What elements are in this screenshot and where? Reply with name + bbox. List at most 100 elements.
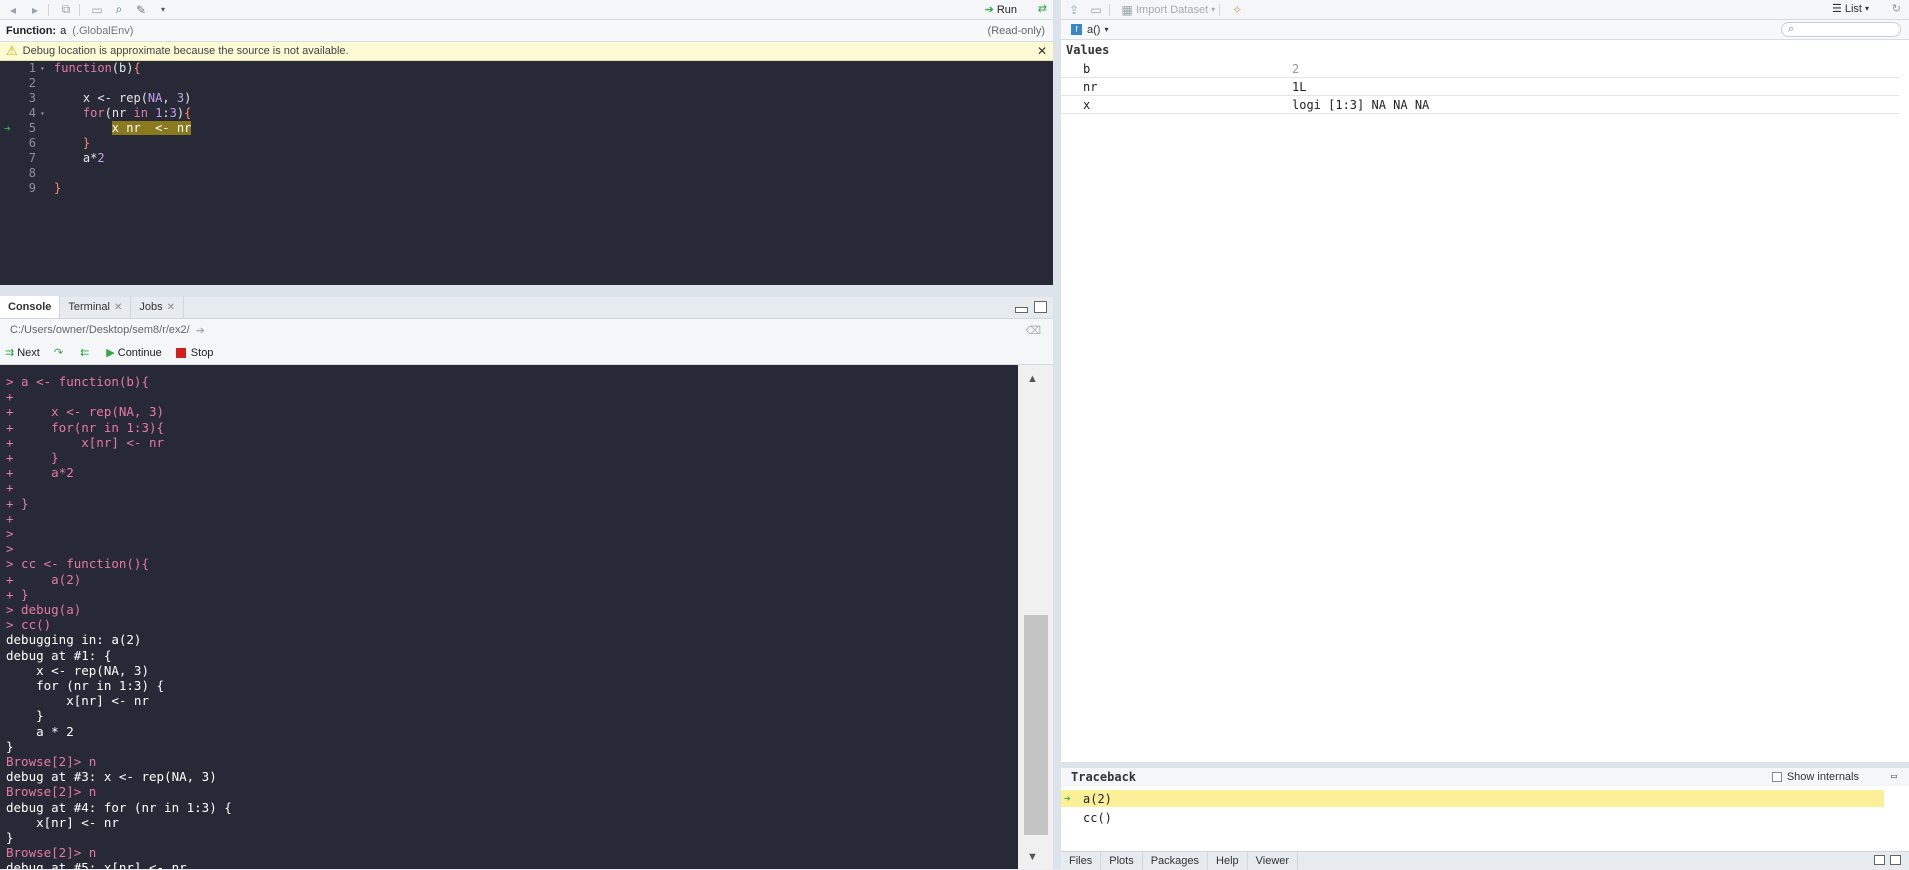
- console-line: +: [6, 510, 14, 526]
- console-line: + }: [6, 586, 29, 602]
- show-internals-toggle[interactable]: Show internals: [1771, 771, 1859, 783]
- console-line: x <- rep(NA, 3): [6, 662, 149, 678]
- console-line: debug at #3: x <- rep(NA, 3): [6, 769, 217, 785]
- rerun-icon[interactable]: ⇄: [1038, 2, 1047, 15]
- run-button[interactable]: ➔ Run: [985, 3, 1017, 17]
- toolbar-divider: [1219, 3, 1221, 16]
- fold-chevron-icon[interactable]: ▾: [40, 106, 45, 121]
- env-value-row[interactable]: b 2: [1061, 60, 1899, 78]
- tab-files[interactable]: Files: [1061, 851, 1102, 870]
- tab-packages[interactable]: Packages: [1143, 851, 1209, 870]
- environment-frame-bar: f a() ▾ ⌕: [1061, 20, 1909, 40]
- frame-label: cc(): [1083, 810, 1112, 825]
- fold-chevron-icon[interactable]: ▾: [40, 61, 45, 76]
- current-frame-arrow-icon: ➔: [1064, 792, 1071, 805]
- tab-jobs[interactable]: Jobs ✕: [131, 296, 185, 318]
- close-icon[interactable]: ✕: [1037, 44, 1047, 58]
- print-icon[interactable]: ▭: [88, 3, 106, 17]
- save-workspace-icon[interactable]: ▭: [1087, 3, 1105, 17]
- import-icon[interactable]: ▦: [1118, 3, 1136, 17]
- var-name: x: [1083, 97, 1091, 112]
- forward-arrow-icon[interactable]: ▸: [26, 3, 44, 17]
- console-scrollbar[interactable]: ▲ ▼: [1018, 365, 1053, 869]
- console-line: + x[nr] <- nr: [6, 434, 165, 450]
- frame-selector[interactable]: a(): [1087, 24, 1100, 36]
- console-line: }: [6, 738, 14, 754]
- console-line: debug at #4: for (nr in 1:3) {: [6, 799, 232, 815]
- console-line: >: [6, 541, 14, 557]
- tab-console[interactable]: Console: [0, 296, 61, 318]
- chevron-down-icon: ▾: [1211, 5, 1216, 14]
- env-value-row[interactable]: x logi [1:3] NA NA NA: [1061, 96, 1899, 114]
- stop-button[interactable]: Stop: [175, 346, 214, 359]
- function-name: a: [60, 24, 67, 37]
- tab-label: Help: [1216, 854, 1239, 867]
- tab-viewer[interactable]: Viewer: [1248, 851, 1299, 870]
- open-in-window-icon[interactable]: ⧉: [57, 2, 75, 17]
- console-line: debug at #5: x[nr] <- nr: [6, 860, 187, 869]
- minimize-icon[interactable]: [1015, 307, 1028, 313]
- finish-button[interactable]: ⇇: [80, 346, 92, 359]
- editor-line: 2: [0, 76, 1053, 91]
- scroll-down-icon[interactable]: ▼: [1027, 851, 1038, 863]
- toolbar-divider: [79, 3, 80, 16]
- broom-icon[interactable]: ✧: [1228, 3, 1246, 17]
- console-line: + a*2: [6, 465, 74, 481]
- refresh-icon[interactable]: ↻: [1892, 2, 1901, 15]
- code-text: for(nr in 1:3){: [82, 106, 192, 120]
- finish-icon: ⇇: [80, 347, 90, 359]
- source-editor[interactable]: 1 ▾ function(b){ 2 3 x <- rep(NA, 3) 4 ▾…: [0, 61, 1053, 285]
- tab-label: Terminal: [68, 301, 110, 313]
- close-icon[interactable]: ✕: [167, 302, 175, 313]
- code-text: x nr <- nr: [111, 121, 192, 135]
- chevron-down-icon[interactable]: ▾: [1104, 25, 1108, 34]
- tab-terminal[interactable]: Terminal ✕: [60, 296, 132, 318]
- scrollbar-thumb[interactable]: [1024, 615, 1048, 835]
- continue-button[interactable]: ▶ Continue: [106, 346, 162, 360]
- maximize-icon[interactable]: [1034, 301, 1047, 313]
- console-line: a * 2: [6, 723, 74, 739]
- console-output[interactable]: > a <- function(b){+ + x <- rep(NA, 3) + f…: [0, 365, 1018, 869]
- toolbar-divider: [48, 3, 49, 16]
- right-column: ⇪ ▭ ▦ Import Dataset ▾ ✧ ☰ List ▾ ↻ f a(…: [1061, 0, 1909, 870]
- env-value-row[interactable]: nr 1L: [1061, 78, 1899, 96]
- show-internals-checkbox[interactable]: [1771, 772, 1782, 782]
- load-workspace-icon[interactable]: ⇪: [1065, 3, 1083, 17]
- environment-search-input[interactable]: ⌕: [1781, 22, 1901, 37]
- traceback-frame[interactable]: cc(): [1061, 809, 1884, 826]
- tab-label: Files: [1069, 854, 1093, 867]
- var-value: 2: [1292, 61, 1300, 76]
- console-line: + x <- rep(NA, 3): [6, 404, 165, 420]
- magic-wand-icon[interactable]: ✎: [132, 3, 150, 17]
- step-into-button[interactable]: ↷: [54, 346, 66, 359]
- maximize-icon[interactable]: [1890, 855, 1901, 865]
- pane-splitter-vertical[interactable]: [1053, 0, 1061, 869]
- go-to-directory-icon[interactable]: ➔: [196, 324, 205, 337]
- list-view-button[interactable]: ☰ List ▾: [1832, 2, 1869, 16]
- console-line: debugging in: a(2): [6, 632, 142, 648]
- console-line: x[nr] <- nr: [6, 814, 119, 830]
- tab-help[interactable]: Help: [1208, 851, 1248, 870]
- editor-line: 1 ▾ function(b){: [0, 61, 1053, 76]
- tab-label: Jobs: [139, 301, 163, 313]
- collapse-icon[interactable]: ▭: [1891, 771, 1897, 782]
- traceback-title: Traceback: [1071, 770, 1137, 784]
- stop-label: Stop: [190, 346, 214, 359]
- editor-line: 3 x <- rep(NA, 3): [0, 91, 1053, 106]
- next-button[interactable]: ⇉ Next: [5, 346, 40, 360]
- continue-label: Continue: [117, 346, 162, 359]
- console-tab-bar: Console Terminal ✕ Jobs ✕: [0, 296, 1053, 319]
- back-arrow-icon[interactable]: ◂: [4, 3, 22, 17]
- scroll-up-icon[interactable]: ▲: [1027, 373, 1038, 385]
- import-dataset-button[interactable]: Import Dataset: [1136, 4, 1208, 16]
- traceback-frame-current[interactable]: ➔ a(2): [1061, 790, 1884, 807]
- chevron-down-icon[interactable]: ▾: [154, 3, 172, 17]
- run-label: Run: [996, 3, 1017, 16]
- clear-console-icon[interactable]: ⌫: [1025, 324, 1041, 337]
- tab-plots[interactable]: Plots: [1101, 851, 1143, 870]
- console-line: > cc <- function(){: [6, 556, 149, 572]
- line-number: 7: [28, 151, 36, 165]
- minimize-icon[interactable]: [1874, 855, 1885, 865]
- search-icon[interactable]: ⌕: [110, 2, 128, 17]
- close-icon[interactable]: ✕: [114, 302, 122, 313]
